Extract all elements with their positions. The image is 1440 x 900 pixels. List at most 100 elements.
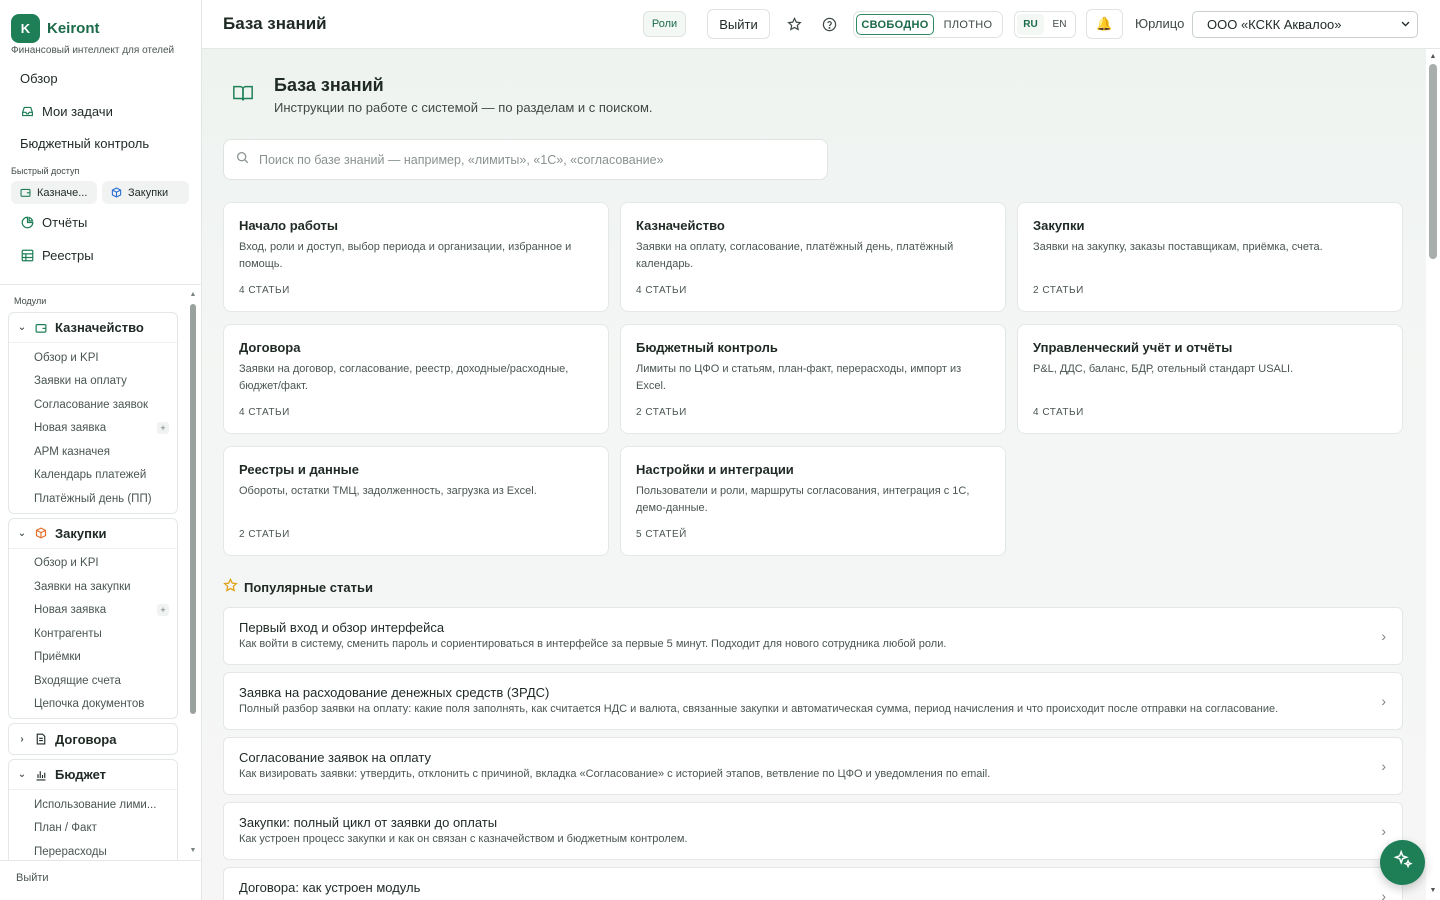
bell-icon[interactable]: 🔔 <box>1086 9 1123 39</box>
article-title: Согласование заявок на оплату <box>239 750 431 765</box>
scroll-down-arrow[interactable]: ▼ <box>189 847 197 855</box>
module-link[interactable]: Новая заявка + <box>9 417 177 441</box>
article-item[interactable]: Заявка на расходование денежных средств … <box>223 672 1403 730</box>
module-link[interactable]: Обзор и KPI <box>9 346 177 370</box>
article-description: Как визировать заявки: утвердить, отклон… <box>239 768 991 780</box>
module-budget-header[interactable]: ⌄ Бюджет <box>9 760 177 790</box>
brand-logo: K <box>11 14 40 43</box>
logout-button[interactable]: Выйти <box>707 9 770 39</box>
plus-icon[interactable]: + <box>157 422 169 435</box>
lang-ru-option[interactable]: RU <box>1017 14 1044 35</box>
lang-en-option[interactable]: EN <box>1046 14 1073 35</box>
module-link-label: Контрагенты <box>34 627 102 640</box>
kb-section-card[interactable]: Казначейство Заявки на оплату, согласова… <box>620 202 1006 312</box>
nav-overview-label: Обзор <box>20 70 58 86</box>
main-scrollbar[interactable]: ▲ ▼ <box>1426 49 1440 900</box>
card-title: Начало работы <box>239 218 338 233</box>
article-item[interactable]: Согласование заявок на оплату Как визиро… <box>223 737 1403 795</box>
module-link-label: АРМ казначея <box>34 445 110 458</box>
chevron-right-icon: › <box>1381 758 1386 774</box>
entity-label: Юрлицо <box>1135 16 1185 31</box>
article-item[interactable]: Закупки: полный цикл от заявки до оплаты… <box>223 802 1403 860</box>
kb-section-card[interactable]: Начало работы Вход, роли и доступ, выбор… <box>223 202 609 312</box>
kb-section-card[interactable]: Закупки Заявки на закупку, заказы постав… <box>1017 202 1403 312</box>
nav-my-tasks[interactable]: Мои задачи <box>12 97 190 125</box>
kb-section-card[interactable]: Бюджетный контроль Лимиты по ЦФО и стать… <box>620 324 1006 434</box>
module-link[interactable]: Заявки на закупки <box>9 575 177 599</box>
module-link[interactable]: План / Факт <box>9 817 177 841</box>
module-link[interactable]: Платёжный день (ПП) <box>9 487 177 511</box>
card-title: Управленческий учёт и отчёты <box>1033 340 1233 355</box>
sidebar-scrollbar[interactable]: ▲ ▼ <box>189 291 197 854</box>
card-title: Реестры и данные <box>239 462 360 477</box>
page-title: База знаний <box>223 14 327 33</box>
quick-purchases[interactable]: Закупки <box>102 181 189 204</box>
star-icon[interactable] <box>784 14 804 34</box>
nav-registries[interactable]: Реестры <box>12 241 190 269</box>
brand-name: Keiront <box>47 20 100 37</box>
popular-articles-list: Первый вход и обзор интерфейса Как войти… <box>223 607 1403 900</box>
module-link[interactable]: Цепочка документов <box>9 693 177 717</box>
scroll-up-arrow[interactable]: ▲ <box>189 291 197 299</box>
module-link[interactable]: Входящие счета <box>9 669 177 693</box>
kb-section-card[interactable]: Управленческий учёт и отчёты P&L, ДДС, б… <box>1017 324 1403 434</box>
kb-section-card[interactable]: Реестры и данные Обороты, остатки ТМЦ, з… <box>223 446 609 556</box>
kb-subtitle: Инструкции по работе с системой — по раз… <box>274 100 653 115</box>
module-link[interactable]: Новая заявка + <box>9 599 177 623</box>
module-purchases-title: Закупки <box>55 525 107 541</box>
scroll-up-arrow[interactable]: ▲ <box>1426 53 1440 60</box>
card-description: Пользователи и роли, маршруты согласован… <box>636 485 970 514</box>
article-item[interactable]: Договора: как устроен модуль › <box>223 867 1403 900</box>
module-link[interactable]: Приёмки <box>9 646 177 670</box>
module-budget: ⌄ Бюджет Использование лими... План / Фа… <box>8 759 178 860</box>
nav-reports[interactable]: Отчёты <box>12 208 190 236</box>
module-link[interactable]: АРМ казначея <box>9 440 177 464</box>
nav-overview[interactable]: Обзор <box>12 64 190 92</box>
module-contracts: › Договора <box>8 723 178 755</box>
module-purchases-header[interactable]: ⌄ Закупки <box>9 519 177 549</box>
module-link[interactable]: Перерасходы <box>9 840 177 860</box>
scrollbar-thumb[interactable] <box>190 304 196 714</box>
ai-assistant-button[interactable] <box>1380 840 1425 885</box>
card-title: Договора <box>239 340 301 355</box>
brand[interactable]: K Keiront <box>11 14 100 43</box>
module-treasury-header[interactable]: ⌄ Казначейство <box>9 313 177 343</box>
card-article-count: 2 СТАТЬИ <box>1033 285 1084 296</box>
card-article-count: 4 СТАТЬИ <box>636 285 687 296</box>
quick-treasury[interactable]: Казначе... <box>11 181 97 204</box>
help-icon[interactable] <box>819 14 839 34</box>
scrollbar-thumb[interactable] <box>1429 64 1437 259</box>
plus-icon[interactable]: + <box>157 604 169 617</box>
kb-sections-grid: Начало работы Вход, роли и доступ, выбор… <box>223 202 1404 556</box>
module-link[interactable]: Контрагенты <box>9 622 177 646</box>
module-treasury-title: Казначейство <box>55 320 144 335</box>
module-link[interactable]: Согласование заявок <box>9 393 177 417</box>
module-link-label: Новая заявка <box>34 604 107 617</box>
density-free-option[interactable]: СВОБОДНО <box>856 14 934 35</box>
nav-registries-label: Реестры <box>42 247 94 263</box>
density-dense-option[interactable]: ПЛОТНО <box>936 14 1000 35</box>
module-link[interactable]: Использование лими... <box>9 793 177 817</box>
module-link-label: Перерасходы <box>34 845 107 858</box>
nav-budget-control[interactable]: Бюджетный контроль <box>12 129 190 157</box>
module-link-label: Обзор и KPI <box>34 351 99 364</box>
modules-list: ⌄ Казначейство Обзор и KPI Заявки на опл… <box>8 312 178 860</box>
module-contracts-header[interactable]: › Договора <box>9 724 177 754</box>
kb-search-input[interactable]: Поиск по базе знаний — например, «лимиты… <box>223 139 828 180</box>
module-link[interactable]: Заявки на оплату <box>9 370 177 394</box>
module-purchases: ⌄ Закупки Обзор и KPI Заявки на закупки … <box>8 517 178 719</box>
article-item[interactable]: Первый вход и обзор интерфейса Как войти… <box>223 607 1403 665</box>
quick-treasury-label: Казначе... <box>37 186 88 199</box>
sidebar-logout-link[interactable]: Выйти <box>16 872 49 884</box>
kb-section-card[interactable]: Договора Заявки на договор, согласование… <box>223 324 609 434</box>
module-link[interactable]: Календарь платежей <box>9 464 177 488</box>
card-article-count: 2 СТАТЬИ <box>636 407 687 418</box>
kb-section-card[interactable]: Настройки и интеграции Пользователи и ро… <box>620 446 1006 556</box>
roles-button[interactable]: Роли <box>643 11 686 37</box>
chevron-right-icon: › <box>1381 693 1386 709</box>
quick-purchases-label: Закупки <box>128 186 169 199</box>
scroll-down-arrow[interactable]: ▼ <box>1426 887 1440 894</box>
module-link[interactable]: Обзор и KPI <box>9 552 177 576</box>
search-placeholder: Поиск по базе знаний — например, «лимиты… <box>259 152 664 167</box>
entity-select[interactable]: ООО «КСКК Аквалоо» <box>1192 11 1418 38</box>
